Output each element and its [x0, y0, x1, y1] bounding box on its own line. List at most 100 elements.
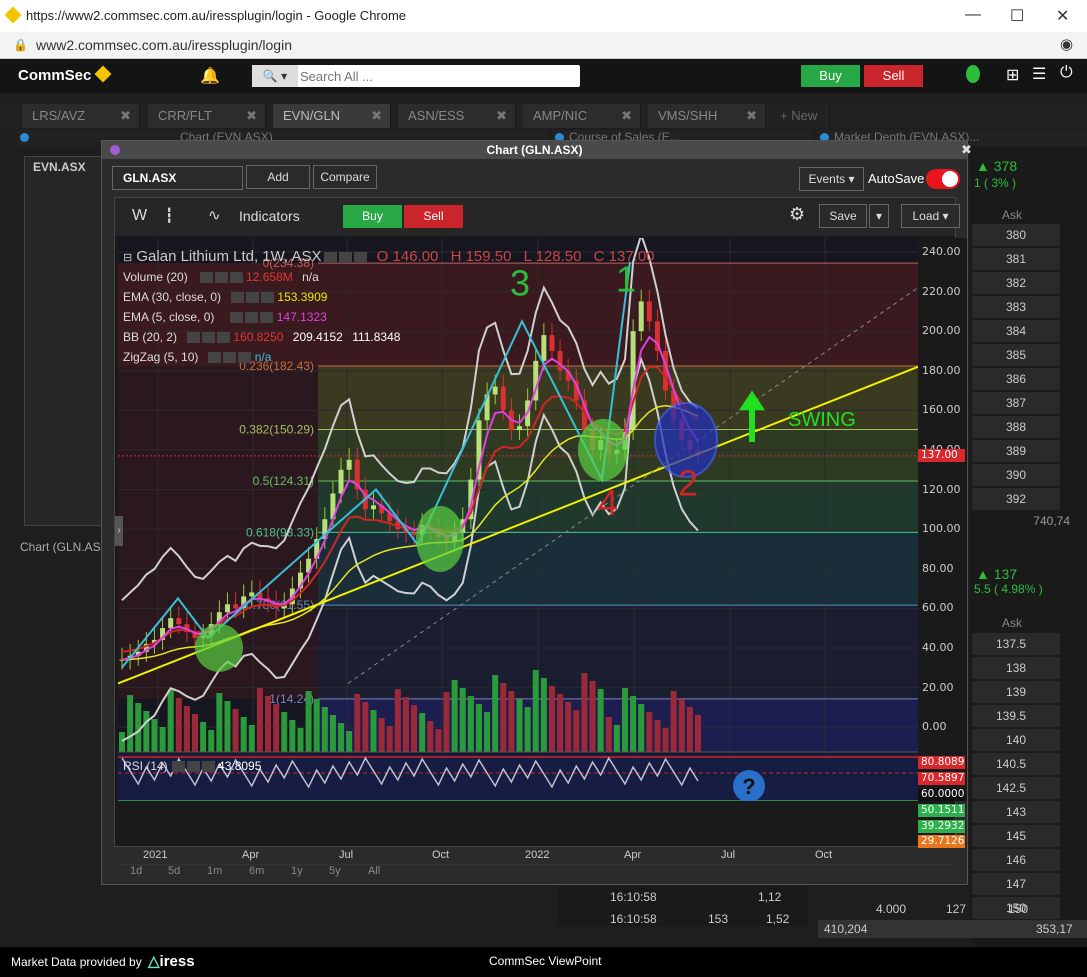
chart-buy-button[interactable]: Buy [343, 205, 402, 228]
depth-totals: 410,204 353,17 [818, 920, 1087, 938]
indicators-button[interactable]: Indicators [239, 208, 300, 224]
add-button[interactable]: Add [246, 165, 310, 189]
expand-panel-handle-icon[interactable]: › [115, 516, 123, 546]
save-button[interactable]: Save [819, 204, 867, 228]
volume-bar [362, 702, 369, 752]
volume-bar [208, 730, 215, 752]
legend-ema5: EMA (5, close, 0) 147.1323 [123, 310, 327, 324]
buy-button[interactable]: Buy [801, 65, 860, 87]
search-input[interactable] [300, 66, 576, 86]
candle-body [176, 618, 182, 625]
candle-body [500, 386, 506, 411]
volume-bar [232, 709, 239, 752]
marker-circle [578, 418, 628, 481]
close-chart-icon[interactable]: ✖ [961, 142, 972, 158]
chart-sell-button[interactable]: Sell [404, 205, 463, 228]
period-1y[interactable]: 1y [291, 865, 303, 877]
tab-asn-ess[interactable]: ASN/ESS ✖ [398, 104, 516, 128]
tab-amp-nic[interactable]: AMP/NIC ✖ [523, 104, 641, 128]
candle-body [168, 618, 174, 629]
price-axis: 240.00220.00200.00180.00160.00140.00120.… [918, 238, 967, 848]
depth-bottom-row: 4.000 127 150 [876, 902, 1029, 916]
fib-label: 0.382(150.29) [239, 423, 314, 437]
autosave-toggle[interactable] [926, 169, 960, 189]
lock-icon: 🔒 [13, 38, 28, 52]
tab-crr-flt[interactable]: CRR/FLT ✖ [148, 104, 266, 128]
add-panel-icon[interactable]: ⊞ [1006, 65, 1019, 85]
candle-body [541, 335, 547, 361]
ask-price-cell: 138 [972, 657, 1060, 679]
period-6m[interactable]: 6m [249, 865, 264, 877]
volume-bar [378, 718, 385, 752]
interval-select[interactable]: W [132, 207, 147, 225]
ask-price-cell: 142.5 [972, 777, 1060, 799]
volume-bar [175, 698, 182, 752]
load-dropdown[interactable]: Load ▾ [901, 204, 960, 228]
menu-icon[interactable]: ☰ [1032, 64, 1046, 84]
volume-bar [200, 722, 207, 752]
candle-body [557, 350, 563, 371]
volume-bar [338, 723, 345, 752]
power-icon[interactable]: ⏻ [1060, 64, 1073, 82]
volume-bar [248, 725, 255, 752]
ask-price-cell: 139.5 [972, 705, 1060, 727]
y-tick: 160.00 [922, 403, 961, 417]
volume-bar [313, 699, 320, 752]
volume-bar [402, 697, 409, 752]
status-indicator-icon[interactable] [966, 65, 980, 83]
volume-bar [256, 688, 263, 752]
compare-button[interactable]: Compare [313, 165, 377, 189]
eye-icon[interactable]: ◉ [1060, 35, 1073, 53]
volume-bar [484, 712, 491, 752]
tab-new[interactable]: + New [770, 104, 830, 128]
depth-total-top: 740,74 [1033, 514, 1070, 528]
volume-bar [386, 726, 393, 752]
period-1d[interactable]: 1d [130, 865, 142, 877]
legend-volume: Volume (20) 12.658M n/a [123, 270, 319, 284]
search-icon[interactable]: 🔍 ▾ [252, 65, 298, 87]
volume-bar [329, 715, 336, 752]
candle-body [370, 505, 376, 510]
address-bar[interactable]: 🔒 www2.commsec.com.au/iressplugin/login … [0, 32, 1087, 59]
legend-zigzag: ZigZag (5, 10) n/a [123, 350, 272, 364]
tab-lrs-avz[interactable]: LRS/AVZ ✖ [22, 104, 140, 128]
sell-button[interactable]: Sell [864, 65, 923, 87]
volume-bar [605, 717, 612, 752]
footer-app-name: CommSec ViewPoint [489, 954, 602, 968]
depth-change: 1 ( 3% ) [974, 176, 1017, 190]
period-all[interactable]: All [368, 865, 380, 877]
search-box[interactable]: 🔍 ▾ [252, 65, 580, 87]
volume-bar [573, 710, 580, 752]
save-options-chevron-icon[interactable]: ▾ [869, 204, 889, 228]
security-code-input[interactable]: GLN.ASX [112, 166, 243, 190]
url-text[interactable]: www2.commsec.com.au/iressplugin/login [36, 37, 292, 53]
volume-bar [508, 691, 515, 752]
close-window-icon[interactable]: ✕ [1056, 6, 1069, 26]
x-tick: 2021 [143, 849, 168, 861]
bell-icon[interactable]: 🔔 [200, 66, 220, 86]
volume-bar [492, 675, 499, 752]
fib-label: 0.618(98.33) [246, 525, 314, 539]
events-dropdown[interactable]: Events ▾ [799, 167, 864, 191]
x-tick: Oct [432, 849, 450, 861]
tab-evn-gln[interactable]: EVN/GLN ✖ [273, 104, 391, 128]
candlestick-type-icon[interactable]: ┇ [165, 207, 173, 224]
period-5d[interactable]: 5d [168, 865, 180, 877]
indicators-icon[interactable]: ∿ [208, 206, 221, 224]
tab-vms-shh[interactable]: VMS/SHH ✖ [648, 104, 766, 128]
volume-bar [613, 725, 620, 752]
period-5y[interactable]: 5y [329, 865, 341, 877]
maximize-icon[interactable]: ☐ [1010, 6, 1024, 26]
candle-body [517, 426, 523, 431]
ask-price-cell: 381 [972, 248, 1060, 270]
ask-price-cell: 389 [972, 440, 1060, 462]
y-tick: 20.00 [922, 680, 954, 694]
settings-gear-icon[interactable]: ⚙ [789, 204, 805, 225]
period-1m[interactable]: 1m [207, 865, 222, 877]
ask-price-cell: 385 [972, 344, 1060, 366]
minimize-icon[interactable]: — [965, 6, 981, 24]
volume-bar [240, 717, 247, 752]
autosave-label: AutoSave [868, 171, 925, 186]
volume-bar [119, 732, 125, 752]
y-tick: 80.00 [922, 561, 954, 575]
